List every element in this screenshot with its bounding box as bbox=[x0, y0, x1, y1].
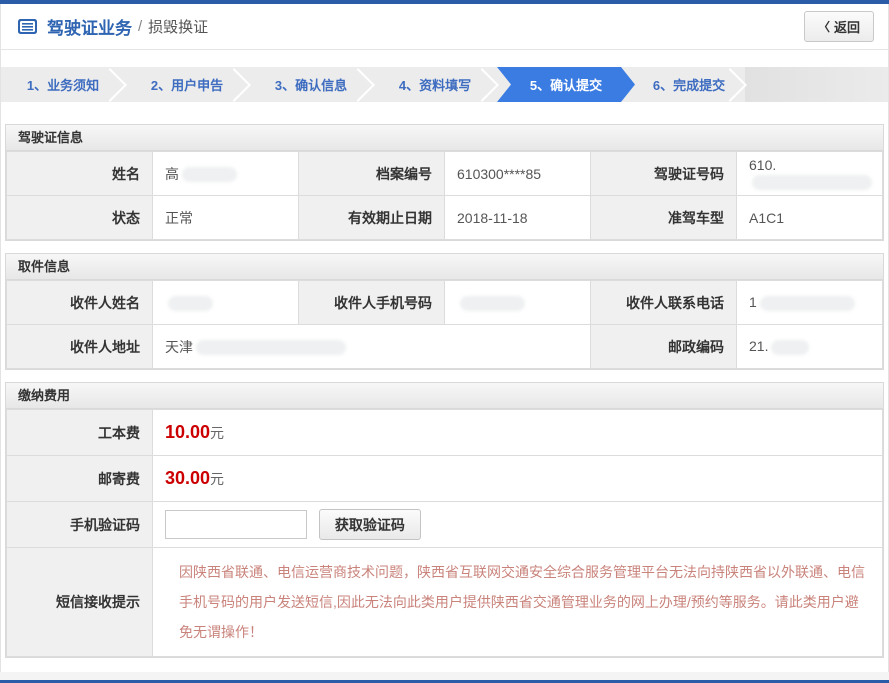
table-row: 邮寄费 30.00元 bbox=[7, 456, 883, 502]
page-title: 驾驶证业务 bbox=[47, 14, 132, 39]
get-sms-code-button[interactable]: 获取验证码 bbox=[319, 509, 421, 540]
table-row: 收件人地址 天津 邮政编码 21. bbox=[7, 325, 883, 369]
name-value: 高 bbox=[153, 152, 299, 196]
license-section-title: 驾驶证信息 bbox=[6, 125, 883, 151]
postage-fee-amount: 30.00 bbox=[165, 468, 210, 488]
step-6-complete-submit: 6、完成提交 bbox=[621, 67, 745, 102]
page-container: 驾驶证业务 / 损毁换证 〈返回 1、业务须知 2、用户申告 3、确认信息 4、… bbox=[0, 4, 889, 672]
back-button-label: 返回 bbox=[834, 17, 860, 36]
table-row: 状态 正常 有效期止日期 2018-11-18 准驾车型 A1C1 bbox=[7, 196, 883, 240]
valid-until-label: 有效期止日期 bbox=[299, 196, 445, 240]
postage-fee-value: 30.00元 bbox=[153, 456, 883, 502]
recipient-phone-label: 收件人联系电话 bbox=[591, 281, 737, 325]
pickup-info-table: 收件人姓名 收件人手机号码 收件人联系电话 1 收件人地址 天津 邮政编码 21… bbox=[6, 280, 883, 369]
redaction-blur bbox=[182, 167, 237, 182]
breadcrumb-separator: / bbox=[138, 18, 142, 35]
postage-fee-label: 邮寄费 bbox=[7, 456, 153, 502]
currency-unit: 元 bbox=[210, 471, 224, 487]
license-info-table: 姓名 高 档案编号 610300****85 驾驶证号码 610. 状态 正常 … bbox=[6, 151, 883, 240]
recipient-mobile-label: 收件人手机号码 bbox=[299, 281, 445, 325]
step-2-user-declaration: 2、用户申告 bbox=[125, 67, 249, 102]
name-label: 姓名 bbox=[7, 152, 153, 196]
main-content: 驾驶证信息 姓名 高 档案编号 610300****85 驾驶证号码 610. … bbox=[1, 102, 888, 672]
valid-until-value: 2018-11-18 bbox=[445, 196, 591, 240]
license-no-value: 610. bbox=[737, 152, 883, 196]
vehicle-class-label: 准驾车型 bbox=[591, 196, 737, 240]
step-bar-filler bbox=[745, 67, 888, 102]
redaction-blur bbox=[760, 296, 855, 311]
production-fee-amount: 10.00 bbox=[165, 422, 210, 442]
redaction-blur bbox=[196, 340, 346, 355]
production-fee-value: 10.00元 bbox=[153, 410, 883, 456]
redaction-blur bbox=[771, 340, 809, 355]
chevron-left-icon: 〈 bbox=[818, 18, 830, 35]
page-header: 驾驶证业务 / 损毁换证 〈返回 bbox=[1, 4, 888, 50]
license-info-section: 驾驶证信息 姓名 高 档案编号 610300****85 驾驶证号码 610. … bbox=[5, 124, 884, 241]
file-no-label: 档案编号 bbox=[299, 152, 445, 196]
license-no-label: 驾驶证号码 bbox=[591, 152, 737, 196]
table-row: 手机验证码 获取验证码 bbox=[7, 502, 883, 548]
currency-unit: 元 bbox=[210, 425, 224, 441]
pickup-section-title: 取件信息 bbox=[6, 254, 883, 280]
status-value: 正常 bbox=[153, 196, 299, 240]
step-5-confirm-submit-active: 5、确认提交 bbox=[497, 67, 635, 102]
redaction-blur bbox=[460, 296, 525, 311]
step-1-business-notice: 1、业务须知 bbox=[1, 67, 125, 102]
sms-tip-label: 短信接收提示 bbox=[7, 548, 153, 657]
recipient-name-label: 收件人姓名 bbox=[7, 281, 153, 325]
pickup-info-section: 取件信息 收件人姓名 收件人手机号码 收件人联系电话 1 收件人地址 天津 邮政… bbox=[5, 253, 884, 370]
recipient-phone-value: 1 bbox=[737, 281, 883, 325]
recipient-address-label: 收件人地址 bbox=[7, 325, 153, 369]
redaction-blur bbox=[168, 296, 213, 311]
sms-tip-cell: 因陕西省联通、电信运营商技术问题，陕西省互联网交通安全综合服务管理平台无法向持陕… bbox=[153, 548, 883, 657]
step-wizard: 1、业务须知 2、用户申告 3、确认信息 4、资料填写 5、确认提交 6、完成提… bbox=[1, 67, 888, 102]
redaction-blur bbox=[752, 175, 872, 190]
postcode-value: 21. bbox=[737, 325, 883, 369]
sms-code-cell: 获取验证码 bbox=[153, 502, 883, 548]
sms-code-label: 手机验证码 bbox=[7, 502, 153, 548]
file-no-value: 610300****85 bbox=[445, 152, 591, 196]
step-3-confirm-info: 3、确认信息 bbox=[249, 67, 373, 102]
postcode-label: 邮政编码 bbox=[591, 325, 737, 369]
table-row: 工本费 10.00元 bbox=[7, 410, 883, 456]
header-spacer bbox=[1, 50, 888, 67]
table-row: 收件人姓名 收件人手机号码 收件人联系电话 1 bbox=[7, 281, 883, 325]
license-list-icon bbox=[17, 18, 38, 35]
step-4-fill-data: 4、资料填写 bbox=[373, 67, 497, 102]
recipient-address-value: 天津 bbox=[153, 325, 591, 369]
vehicle-class-value: A1C1 bbox=[737, 196, 883, 240]
status-label: 状态 bbox=[7, 196, 153, 240]
fees-section-title: 缴纳费用 bbox=[6, 383, 883, 409]
recipient-name-value bbox=[153, 281, 299, 325]
table-row: 姓名 高 档案编号 610300****85 驾驶证号码 610. bbox=[7, 152, 883, 196]
back-button[interactable]: 〈返回 bbox=[804, 11, 874, 42]
breadcrumb-current: 损毁换证 bbox=[148, 16, 208, 37]
sms-tip-text: 因陕西省联通、电信运营商技术问题，陕西省互联网交通安全综合服务管理平台无法向持陕… bbox=[165, 548, 882, 656]
sms-code-input[interactable] bbox=[165, 510, 307, 539]
production-fee-label: 工本费 bbox=[7, 410, 153, 456]
recipient-mobile-value bbox=[445, 281, 591, 325]
fees-section: 缴纳费用 工本费 10.00元 邮寄费 30.00元 手机验证码 bbox=[5, 382, 884, 658]
fees-table: 工本费 10.00元 邮寄费 30.00元 手机验证码 获取验证码 bbox=[6, 409, 883, 657]
table-row: 短信接收提示 因陕西省联通、电信运营商技术问题，陕西省互联网交通安全综合服务管理… bbox=[7, 548, 883, 657]
footer-spacer bbox=[0, 672, 889, 680]
